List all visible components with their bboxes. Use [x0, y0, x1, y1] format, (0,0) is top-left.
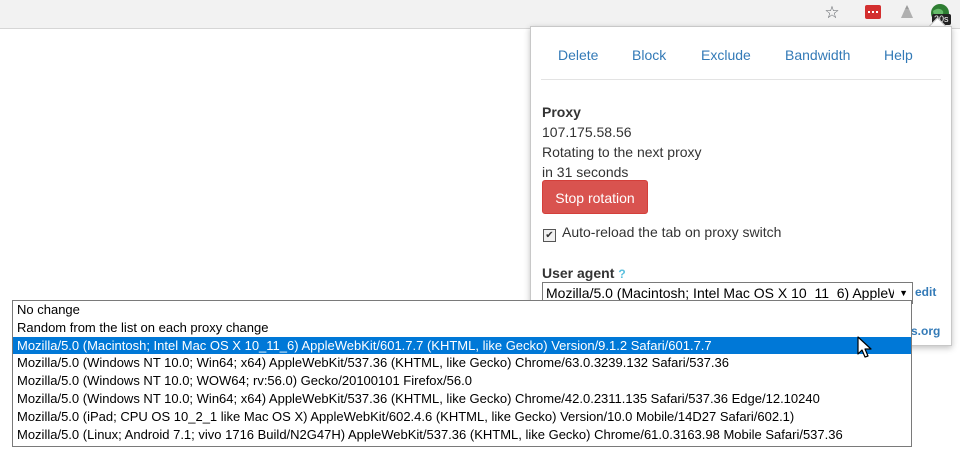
proxy-extension-popup: Delete Block Exclude Bandwidth Help Prox… — [530, 26, 952, 346]
user-agent-dropdown-list[interactable]: No change Random from the list on each p… — [12, 300, 912, 447]
menu-delete-link[interactable]: Delete — [558, 47, 598, 63]
stop-rotation-button[interactable]: Stop rotation — [542, 180, 648, 214]
mouse-cursor-icon — [857, 336, 872, 358]
extension-red-icon[interactable] — [864, 3, 882, 21]
star-icon[interactable]: ☆ — [821, 2, 843, 24]
rotation-status: Rotating to the next proxy — [542, 144, 702, 160]
extension-cloud-icon[interactable] — [896, 2, 918, 24]
rotation-countdown: in 31 seconds — [542, 164, 629, 180]
dropdown-option[interactable]: Mozilla/5.0 (Windows NT 10.0; Win64; x64… — [13, 390, 911, 408]
menu-exclude-link[interactable]: Exclude — [701, 47, 751, 63]
menu-bandwidth-link[interactable]: Bandwidth — [785, 47, 850, 63]
dropdown-option[interactable]: Mozilla/5.0 (Linux; Android 7.1; vivo 17… — [13, 426, 911, 444]
auto-reload-row[interactable]: ✔ Auto-reload the tab on proxy switch — [543, 224, 781, 242]
auto-reload-checkbox[interactable]: ✔ — [543, 229, 556, 242]
menu-block-link[interactable]: Block — [632, 47, 666, 63]
user-agent-help-icon[interactable]: ? — [618, 267, 625, 281]
dropdown-option[interactable]: Random from the list on each proxy chang… — [13, 319, 911, 337]
footer-link[interactable]: s.org — [911, 324, 940, 338]
browser-toolbar: ☆ 30s — [0, 0, 960, 29]
dropdown-option[interactable]: Mozilla/5.0 (Windows NT 10.0; Win64; x64… — [13, 354, 911, 372]
dropdown-option[interactable]: Mozilla/5.0 (Windows NT 10.0; WOW64; rv:… — [13, 372, 911, 390]
proxy-ip: 107.175.58.56 — [542, 124, 632, 140]
user-agent-edit-link[interactable]: edit — [915, 285, 936, 299]
dropdown-option[interactable]: No change — [13, 301, 911, 319]
menu-help-link[interactable]: Help — [884, 47, 913, 63]
dropdown-option-selected[interactable]: Mozilla/5.0 (Macintosh; Intel Mac OS X 1… — [13, 336, 911, 355]
dropdown-option[interactable]: Mozilla/5.0 (iPad; CPU OS 10_2_1 like Ma… — [13, 408, 911, 426]
proxy-heading: Proxy — [542, 104, 581, 120]
popup-menu: Delete Block Exclude Bandwidth Help — [541, 45, 941, 80]
auto-reload-label: Auto-reload the tab on proxy switch — [562, 224, 782, 240]
user-agent-heading: User agent? — [542, 265, 626, 281]
user-agent-label: User agent — [542, 265, 615, 281]
